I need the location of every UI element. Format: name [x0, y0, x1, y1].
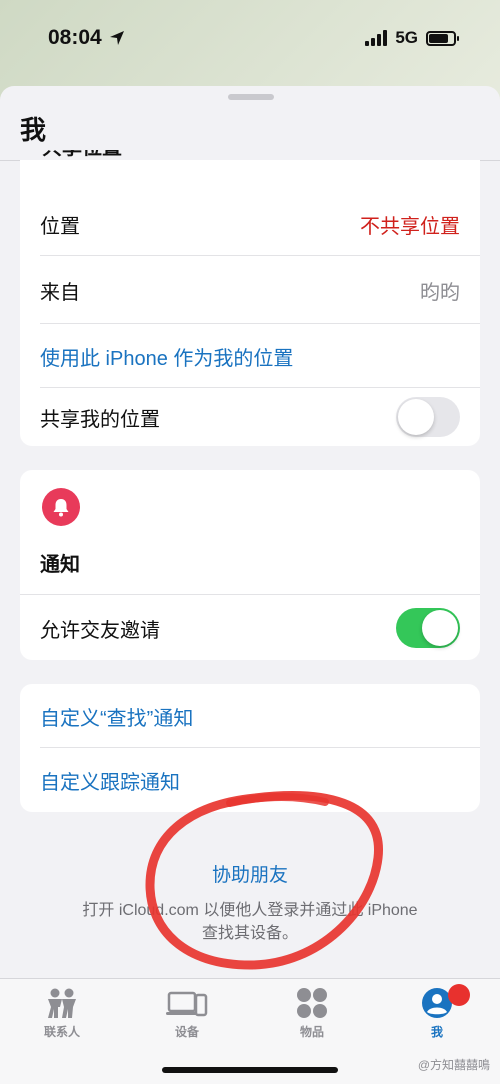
share-location-toggle[interactable]	[396, 397, 460, 437]
watermark: @方知囍囍鳴	[417, 1058, 490, 1072]
custom-tracking-link[interactable]: 自定义跟踪通知	[40, 766, 180, 795]
tab-people[interactable]: 联系人	[12, 979, 112, 1049]
help-desc-line1: 打开 iCloud.com 以便他人登录并通过此 iPhone	[82, 902, 418, 919]
sheet-grabber[interactable]	[228, 94, 274, 100]
custom-tracking-row[interactable]: 自定义跟踪通知	[20, 748, 480, 812]
me-sheet: 我 共享位置 位置 不共享位置 来自 昀昀 使用此 iPhone 作为我的位置 …	[0, 86, 500, 1084]
time-text: 08:04	[48, 26, 102, 49]
tab-items[interactable]: 物品	[262, 979, 362, 1049]
allow-invites-label: 允许交友邀请	[40, 619, 160, 642]
page-title: 我	[20, 115, 47, 145]
use-iphone-row[interactable]: 使用此 iPhone 作为我的位置	[20, 324, 480, 388]
notifications-group: 通知 允许交友邀请	[20, 470, 480, 660]
help-desc-line2: 查找其设备。	[201, 925, 298, 942]
tab-items-label: 物品	[299, 1025, 324, 1039]
help-friend-description: 打开 iCloud.com 以便他人登录并通过此 iPhone 查找其设备。	[0, 899, 500, 945]
location-value: 不共享位置	[360, 215, 460, 238]
share-location-label: 共享我的位置	[40, 408, 160, 431]
share-location-row: 共享我的位置	[20, 388, 480, 446]
notification-badge	[448, 984, 470, 1006]
bell-icon	[42, 488, 80, 526]
custom-find-link[interactable]: 自定义“查找”通知	[40, 702, 193, 731]
help-friend-section: 协助朋友 打开 iCloud.com 以便他人登录并通过此 iPhone 查找其…	[0, 860, 500, 945]
signal-icon	[365, 30, 388, 46]
items-icon	[297, 988, 327, 1018]
location-group: 位置 不共享位置 来自 昀昀 使用此 iPhone 作为我的位置 共享我的位置	[20, 160, 480, 446]
use-iphone-link[interactable]: 使用此 iPhone 作为我的位置	[40, 342, 293, 371]
custom-notifications-group: 自定义“查找”通知 自定义跟踪通知	[20, 684, 480, 812]
network-label: 5G	[395, 28, 418, 47]
tab-devices-label: 设备	[174, 1025, 199, 1039]
from-label: 来自	[40, 281, 80, 304]
tab-people-label: 联系人	[43, 1025, 80, 1039]
notifications-title: 通知	[40, 554, 80, 576]
status-time: 08:04	[48, 26, 126, 50]
custom-find-row[interactable]: 自定义“查找”通知	[20, 684, 480, 748]
tab-me-label: 我	[430, 1025, 443, 1039]
location-label: 位置	[40, 215, 80, 238]
tab-me[interactable]: 我	[387, 979, 487, 1049]
from-value: 昀昀	[420, 281, 460, 304]
help-friend-link[interactable]: 协助朋友	[0, 860, 500, 887]
people-icon	[48, 988, 76, 1018]
tab-devices[interactable]: 设备	[137, 979, 237, 1049]
location-row[interactable]: 位置 不共享位置	[20, 192, 480, 256]
battery-icon	[426, 30, 459, 46]
partial-section-header: 共享位置	[42, 137, 122, 159]
from-row[interactable]: 来自 昀昀	[20, 256, 480, 324]
location-arrow-icon	[109, 31, 124, 45]
home-indicator[interactable]	[162, 1067, 338, 1073]
status-bar: 08:04 5G	[0, 0, 500, 76]
status-indicators: 5G	[365, 28, 459, 48]
devices-icon	[166, 991, 208, 1017]
allow-invites-toggle[interactable]	[396, 608, 460, 648]
allow-invites-row: 允许交友邀请	[20, 596, 480, 660]
